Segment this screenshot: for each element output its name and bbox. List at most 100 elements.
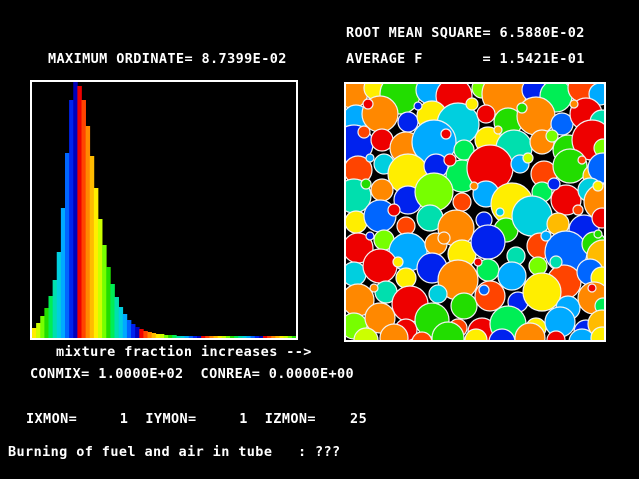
bubble [366, 232, 374, 240]
histogram-bar [251, 336, 255, 338]
histogram-bar [135, 327, 139, 338]
bubble [396, 268, 416, 288]
bubble [523, 273, 561, 311]
bubble [594, 230, 602, 238]
pdf-histogram-panel [30, 80, 298, 340]
bubble [475, 281, 505, 311]
histogram-bar [40, 316, 44, 338]
histogram-bar [123, 314, 127, 338]
bubble [363, 99, 373, 109]
histogram-bar [214, 336, 218, 338]
bubble [393, 257, 403, 267]
bubble [512, 196, 552, 236]
histogram-bar [230, 336, 234, 338]
bubble [441, 129, 451, 139]
bubble [471, 225, 505, 259]
bubble [438, 232, 450, 244]
maximum-ordinate-readout: MAXIMUM ORDINATE= 8.7399E-02 [48, 52, 287, 66]
conmix-conrea-readout: CONMIX= 1.0000E+02 CONREA= 0.0000E+00 [30, 367, 354, 381]
bubble [470, 182, 478, 190]
histogram-bar [160, 334, 164, 338]
histogram-bar [209, 336, 213, 338]
bubble [529, 257, 547, 275]
bubble [451, 293, 477, 319]
histogram-bar [148, 332, 152, 338]
histogram-bar [288, 336, 292, 338]
histogram-bar [255, 336, 259, 338]
bubble [546, 130, 558, 142]
histogram-bar [86, 126, 90, 338]
histogram-bar [292, 336, 296, 338]
bubble [363, 249, 397, 283]
bubble [593, 181, 603, 191]
histogram-bar [110, 284, 114, 338]
histogram-bar [77, 86, 81, 338]
histogram-x-axis-label: mixture fraction increases --> [56, 345, 312, 359]
histogram-bar [82, 100, 86, 338]
histogram-bar [94, 188, 98, 338]
histogram-bar [102, 245, 106, 338]
histogram-bar [197, 336, 201, 338]
histogram-bar [106, 267, 110, 338]
histogram-bar [280, 336, 284, 338]
histogram-bar [65, 153, 69, 338]
histogram-bar [168, 335, 172, 338]
histogram-bar [49, 296, 53, 338]
histogram-bar [193, 336, 197, 338]
histogram-bar [127, 320, 131, 338]
bubble [548, 178, 560, 190]
bubble [397, 217, 415, 235]
bubble [573, 205, 583, 215]
histogram-bar [164, 335, 168, 338]
bubble [541, 231, 551, 241]
histogram-bar [284, 336, 288, 338]
histogram-bar [53, 280, 57, 338]
bubble [570, 100, 578, 108]
histogram-bar [36, 323, 40, 338]
average-f-readout: AVERAGE F = 1.5421E-01 [346, 52, 585, 66]
bubble [553, 149, 587, 183]
bubble [370, 284, 378, 292]
bubble [371, 179, 393, 201]
histogram-bar [172, 335, 176, 338]
root-mean-square-readout: ROOT MEAN SQUARE= 6.5880E-02 [346, 26, 585, 40]
bubble [398, 112, 418, 132]
histogram-bar [267, 336, 271, 338]
histogram-bar [234, 336, 238, 338]
histogram-bar [263, 336, 267, 338]
histogram-bar [119, 307, 123, 338]
histogram-bar [176, 336, 180, 338]
histogram-bar [44, 308, 48, 338]
bubble [444, 154, 456, 166]
monitor-location-readout: IXMON= 1 IYMON= 1 IZMON= 25 [26, 412, 367, 426]
histogram-bar [61, 208, 65, 338]
histogram-bar [226, 336, 230, 338]
bubble [523, 153, 533, 163]
histogram-bar [73, 82, 77, 338]
case-title: Burning of fuel and air in tube : ??? [8, 445, 341, 459]
histogram-bar [271, 336, 275, 338]
bubble [361, 179, 371, 189]
histogram-bar [131, 324, 135, 338]
histogram-bar [139, 329, 143, 338]
histogram-bar [32, 328, 36, 338]
bubble [388, 204, 400, 216]
histogram-bar [185, 336, 189, 338]
bubble [550, 256, 562, 268]
bubble [358, 126, 370, 138]
histogram-bar [242, 336, 246, 338]
bubble [429, 285, 447, 303]
histogram-bar [218, 336, 222, 338]
histogram-bar [205, 336, 209, 338]
bubble-field-panel [344, 82, 606, 342]
histogram-bar [90, 156, 94, 338]
bubble [496, 208, 504, 216]
bubble [498, 262, 526, 290]
bubble [474, 258, 482, 266]
histogram-bar [57, 252, 61, 338]
histogram-bar [156, 334, 160, 338]
bubble [578, 156, 586, 164]
bubble [479, 285, 489, 295]
bubble [466, 98, 478, 110]
histogram-bar [98, 219, 102, 338]
